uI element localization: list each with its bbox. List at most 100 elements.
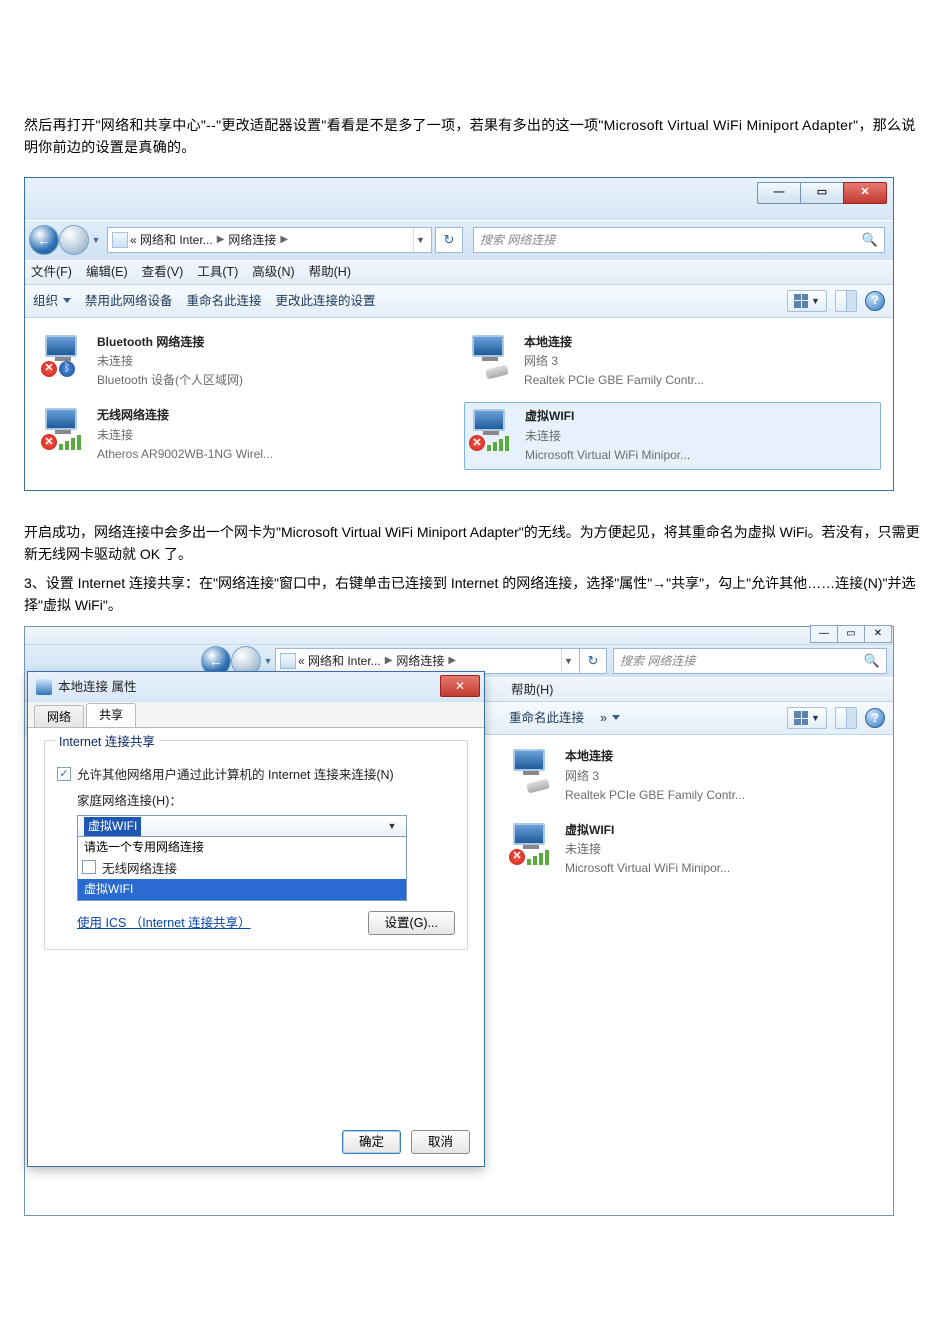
item-detail: Atheros AR9002WB-1NG Wirel... — [97, 445, 273, 464]
help-icon[interactable]: ? — [865, 291, 885, 311]
close-button[interactable]: ✕ — [843, 182, 887, 204]
connection-wireless[interactable]: ✕ 无线网络连接 未连接 Atheros AR9002WB-1NG Wirel.… — [37, 402, 454, 470]
dropdown-option[interactable]: 无线网络连接 — [102, 859, 177, 879]
disconnected-icon: ✕ — [41, 434, 57, 450]
allow-share-checkbox[interactable]: ✓ — [57, 767, 71, 781]
breadcrumb-seg2: 网络连接 — [396, 652, 444, 671]
tab-network[interactable]: 网络 — [34, 705, 84, 727]
rename-connection-button[interactable]: 重命名此连接 — [509, 708, 584, 728]
connection-virtual-wifi[interactable]: ✕ 虚拟WIFI 未连接 Microsoft Virtual WiFi Mini… — [464, 402, 881, 470]
adapter-icon — [36, 679, 52, 695]
network-icon — [112, 232, 128, 248]
disable-device-button[interactable]: 禁用此网络设备 — [85, 291, 173, 311]
menu-edit[interactable]: 编辑(E) — [86, 262, 128, 282]
item-status: 未连接 — [525, 427, 690, 446]
breadcrumb-seg1: « 网络和 Inter... — [298, 652, 381, 671]
item-status: 网络 3 — [524, 352, 704, 371]
chevron-right-icon: ▶ — [446, 653, 458, 669]
organize-button[interactable]: 组织 — [33, 291, 71, 311]
menu-tools[interactable]: 工具(T) — [197, 262, 238, 282]
groupbox-legend: Internet 连接共享 — [55, 732, 159, 752]
tab-sharing[interactable]: 共享 — [86, 703, 136, 727]
preview-pane-button[interactable] — [835, 290, 857, 312]
cancel-button[interactable]: 取消 — [411, 1130, 470, 1154]
paragraph-intro: 然后再打开"网络和共享中心"--"更改适配器设置"看看是不是多了一项，若果有多出… — [24, 114, 921, 159]
nav-bar: ← → ▼ « 网络和 Inter... ▶ 网络连接 ▶ ▼ ↻ 搜索 网络连… — [25, 220, 893, 260]
bluetooth-icon: ᛒ — [59, 361, 75, 377]
toolbar-overflow[interactable]: » — [600, 708, 620, 728]
minimize-button[interactable]: — — [757, 182, 801, 204]
breadcrumb-dropdown[interactable]: ▼ — [561, 649, 575, 673]
connection-list: ✕ᛒ Bluetooth 网络连接 未连接 Bluetooth 设备(个人区域网… — [25, 318, 893, 490]
ethernet-icon — [526, 779, 550, 794]
refresh-button[interactable]: ↻ — [579, 648, 607, 674]
explorer-window-1: — ▭ ✕ ← → ▼ « 网络和 Inter... ▶ 网络连接 ▶ ▼ ↻ … — [24, 177, 894, 491]
settings-button[interactable]: 设置(G)... — [368, 911, 455, 935]
dialog-title: 本地连接 属性 — [58, 677, 136, 697]
titlebar: — ▭ ✕ — [25, 627, 893, 645]
search-placeholder: 搜索 网络连接 — [620, 652, 695, 671]
connection-lan[interactable]: 本地连接 网络 3 Realtek PCIe GBE Family Contr.… — [505, 743, 881, 809]
chevron-right-icon: ▶ — [215, 232, 227, 248]
item-status: 未连接 — [97, 352, 243, 371]
search-icon: 🔍 — [862, 230, 878, 251]
connection-lan[interactable]: 本地连接 网络 3 Realtek PCIe GBE Family Contr.… — [464, 329, 881, 395]
search-placeholder: 搜索 网络连接 — [480, 231, 555, 250]
item-status: 未连接 — [97, 426, 273, 445]
menu-advanced[interactable]: 高级(N) — [252, 262, 294, 282]
item-detail: Microsoft Virtual WiFi Minipor... — [565, 859, 730, 878]
menu-help[interactable]: 帮助(H) — [511, 680, 553, 700]
back-button[interactable]: ← — [29, 225, 59, 255]
preview-pane-button[interactable] — [835, 707, 857, 729]
titlebar: — ▭ ✕ — [25, 178, 893, 220]
help-icon[interactable]: ? — [865, 708, 885, 728]
connection-virtual-wifi[interactable]: ✕ 虚拟WIFI 未连接 Microsoft Virtual WiFi Mini… — [505, 817, 881, 883]
item-title: 无线网络连接 — [97, 406, 273, 425]
rename-connection-button[interactable]: 重命名此连接 — [187, 291, 262, 311]
tab-strip: 网络 共享 — [28, 702, 484, 728]
change-settings-button[interactable]: 更改此连接的设置 — [276, 291, 376, 311]
breadcrumb[interactable]: « 网络和 Inter... ▶ 网络连接 ▶ ▼ — [107, 227, 432, 253]
refresh-button[interactable]: ↻ — [435, 227, 463, 253]
item-detail: Microsoft Virtual WiFi Minipor... — [525, 446, 690, 465]
chevron-right-icon: ▶ — [278, 232, 290, 248]
maximize-button[interactable]: ▭ — [800, 182, 844, 204]
dropdown-option-selected[interactable]: 虚拟WIFI — [78, 879, 406, 900]
history-dropdown[interactable]: ▼ — [89, 225, 103, 255]
forward-button[interactable]: → — [59, 225, 89, 255]
item-title: 本地连接 — [565, 747, 745, 766]
menu-view[interactable]: 查看(V) — [142, 262, 184, 282]
disconnected-icon: ✕ — [469, 435, 485, 451]
close-button[interactable]: ✕ — [864, 625, 892, 643]
toolbar: 组织 禁用此网络设备 重命名此连接 更改此连接的设置 ▼ ? — [25, 284, 893, 318]
search-input[interactable]: 搜索 网络连接 🔍 — [473, 227, 885, 253]
properties-dialog: 本地连接 属性 ✕ 网络 共享 Internet 连接共享 ✓ 允许其他网络用户… — [27, 671, 485, 1167]
view-mode-button[interactable]: ▼ — [787, 707, 827, 729]
close-button[interactable]: ✕ — [440, 675, 480, 697]
breadcrumb-dropdown[interactable]: ▼ — [413, 228, 427, 252]
dropdown-option[interactable]: 请选一个专用网络连接 — [78, 837, 406, 858]
view-mode-button[interactable]: ▼ — [787, 290, 827, 312]
ok-button[interactable]: 确定 — [342, 1130, 401, 1154]
chevron-right-icon: ▶ — [383, 653, 395, 669]
ics-help-link[interactable]: 使用 ICS （Internet 连接共享） — [77, 913, 251, 933]
minimize-button[interactable]: — — [810, 625, 838, 643]
home-network-dropdown[interactable]: 虚拟WIFI ▼ 请选一个专用网络连接 无线网络连接 虚拟WIFI — [77, 815, 407, 900]
paragraph-step3: 3、设置 Internet 连接共享：在"网络连接"窗口中，右键单击已连接到 I… — [24, 572, 921, 617]
search-input[interactable]: 搜索 网络连接 🔍 — [613, 648, 887, 674]
ics-groupbox: Internet 连接共享 ✓ 允许其他网络用户通过此计算机的 Internet… — [44, 740, 468, 949]
wifi-icon — [59, 435, 81, 450]
allow-control-checkbox[interactable] — [82, 860, 96, 874]
home-network-label: 家庭网络连接(H)： — [77, 791, 455, 811]
dropdown-selected: 虚拟WIFI — [84, 817, 141, 836]
tab-panel-sharing: Internet 连接共享 ✓ 允许其他网络用户通过此计算机的 Internet… — [28, 728, 484, 1166]
menu-file[interactable]: 文件(F) — [31, 262, 72, 282]
menu-bar: 文件(F) 编辑(E) 查看(V) 工具(T) 高级(N) 帮助(H) — [25, 260, 893, 284]
connection-bluetooth[interactable]: ✕ᛒ Bluetooth 网络连接 未连接 Bluetooth 设备(个人区域网… — [37, 329, 454, 395]
menu-help[interactable]: 帮助(H) — [309, 262, 351, 282]
maximize-button[interactable]: ▭ — [837, 625, 865, 643]
search-icon: 🔍 — [864, 651, 880, 672]
wifi-icon — [487, 436, 509, 451]
dialog-titlebar: 本地连接 属性 ✕ — [28, 672, 484, 702]
item-title: Bluetooth 网络连接 — [97, 333, 243, 352]
